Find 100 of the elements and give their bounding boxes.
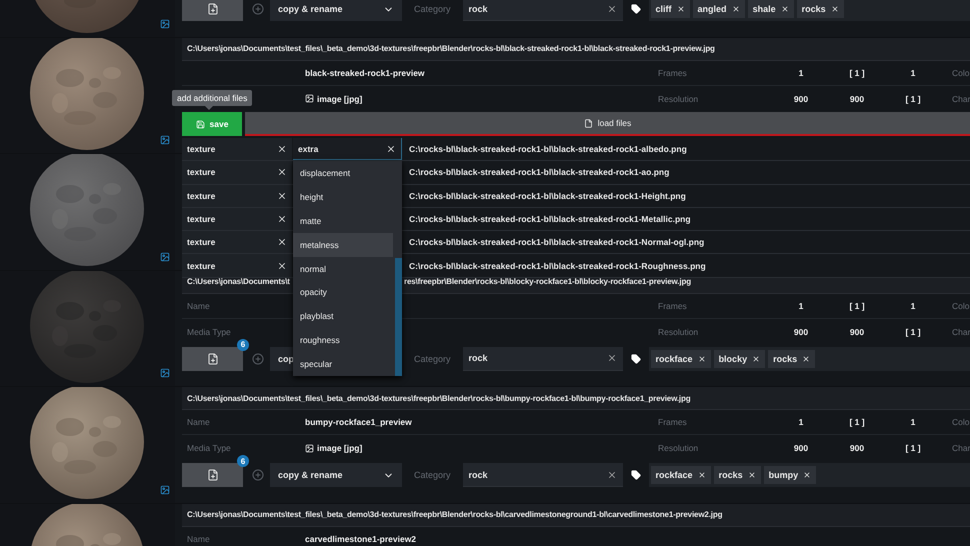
category-field[interactable]: rock [462, 0, 623, 21]
field-value: 1 [798, 300, 804, 310]
clear-icon[interactable] [277, 237, 287, 248]
name-value: bumpy-rockface1_preview [305, 417, 413, 427]
type-field[interactable]: texture [182, 208, 292, 230]
field-label: Frames [658, 300, 688, 310]
field-label: Resolution [658, 94, 700, 104]
field-label: Char [951, 443, 970, 453]
category-field[interactable]: rock [462, 346, 623, 370]
file-path: C:\rocks-bl\black-streaked-rock1-bl\black-streaked-rock1-ao.png [408, 166, 670, 180]
field-label: Name [187, 417, 211, 427]
tag-chip[interactable]: shale [748, 0, 794, 18]
type-field[interactable]: texture [182, 184, 292, 207]
clear-icon[interactable] [277, 214, 287, 224]
field-label: Colo [951, 300, 970, 310]
menu-item[interactable]: metalness [293, 232, 393, 257]
media-value: image [jpg] [305, 443, 658, 453]
field-value: 1 [910, 68, 916, 78]
save-icon [196, 120, 205, 128]
clear-icon[interactable] [277, 190, 287, 201]
field-value: 900 [848, 326, 866, 336]
menu-item[interactable]: playblast [293, 304, 393, 328]
field-value: [ 1 ] [848, 300, 866, 310]
subtype-field[interactable]: extra [293, 138, 402, 160]
type-field[interactable]: texture [182, 161, 292, 184]
tag-chip[interactable]: rocks [714, 466, 761, 484]
remove-icon[interactable] [752, 354, 760, 362]
image-icon [305, 444, 314, 452]
remove-icon[interactable] [676, 5, 685, 13]
field-value: 1 [910, 417, 916, 427]
category-field[interactable]: rock [462, 463, 623, 487]
count-badge: 6 [237, 455, 249, 467]
image-icon[interactable] [160, 368, 170, 378]
remove-icon[interactable] [698, 471, 706, 479]
clear-icon[interactable] [277, 167, 287, 178]
type-field[interactable]: texture [182, 231, 292, 254]
file-path: C:\rocks-bl\black-streaked-rock1-bl\black-streaked-rock1-Metallic.png [408, 213, 691, 226]
image-icon[interactable] [160, 135, 170, 145]
clear-icon[interactable] [606, 4, 617, 14]
remove-icon[interactable] [698, 354, 706, 362]
clear-icon[interactable] [386, 144, 396, 154]
type-field[interactable]: texture [182, 138, 292, 160]
remove-icon[interactable] [830, 5, 839, 13]
load-files-button[interactable]: load files [245, 112, 970, 136]
field-value: [ 1 ] [904, 443, 922, 453]
menu-item[interactable]: roughness [293, 328, 393, 352]
category-label: Category [414, 354, 451, 364]
clear-icon[interactable] [606, 470, 617, 480]
add-icon[interactable] [252, 3, 264, 15]
tag-icon [630, 4, 641, 14]
clear-icon[interactable] [277, 144, 287, 154]
field-value: 900 [792, 94, 810, 104]
menu-item[interactable]: displacement [293, 161, 393, 185]
tag-icon [630, 354, 641, 364]
tag-icon [630, 470, 641, 480]
field-label: Media Type [187, 443, 232, 453]
media-value: image [jpg] [305, 94, 658, 104]
remove-icon[interactable] [732, 5, 740, 13]
clear-icon[interactable] [277, 260, 287, 271]
category-label: Category [414, 470, 451, 480]
add-icon[interactable] [252, 469, 264, 481]
tag-chip[interactable]: blocky [714, 350, 766, 368]
clear-icon[interactable] [606, 353, 617, 363]
menu-item[interactable]: specular [293, 352, 393, 376]
file-path: C:\Users\jonas\Documents\test_files\_beta_demo\3d-textures\freepbr\Blender\rocks-bl\black-streaked-rock1-bl\black-streaked-rock1-preview.jpg [182, 38, 970, 60]
mode-select[interactable]: copy & rename [270, 0, 402, 21]
menu-item[interactable]: matte [293, 208, 393, 233]
field-label: Char [951, 94, 970, 104]
field-value: 900 [792, 443, 810, 453]
scrollbar-thumb[interactable] [395, 258, 402, 376]
field-label: Name [187, 534, 211, 544]
field-value: [ 1 ] [848, 417, 866, 427]
tag-chip[interactable]: rockface [650, 350, 711, 368]
mode-select[interactable]: copy & rename [270, 463, 402, 487]
tag-chip[interactable]: angled [692, 0, 745, 18]
field-label: Frames [658, 417, 688, 427]
tags-field[interactable]: cliff angled shale rocks [648, 0, 970, 21]
type-field[interactable]: texture [182, 254, 292, 277]
name-value: black-streaked-rock1-preview [305, 68, 426, 78]
image-icon[interactable] [160, 18, 170, 28]
image-icon[interactable] [160, 252, 170, 262]
tag-chip[interactable]: bumpy [764, 466, 816, 484]
tags-field[interactable]: rockface blocky rocks [648, 346, 970, 370]
tags-field[interactable]: rockface rocks bumpy [648, 463, 970, 487]
file-path: C:\Users\jonas\Documents\test_files\_beta_demo\3d-textures\freepbr\Blender\rocks-bl\carvedlimestoneground1-bl\carvedlimestone1-preview2.jpg [182, 504, 970, 526]
file-path: C:\rocks-bl\black-streaked-rock1-bl\black-streaked-rock1-Roughness.png [408, 260, 706, 273]
tag-chip[interactable]: rockface [650, 466, 711, 484]
remove-icon[interactable] [780, 5, 789, 13]
tag-chip[interactable]: rocks [768, 350, 816, 368]
menu-item[interactable]: height [293, 184, 393, 209]
tag-chip[interactable]: cliff [650, 0, 690, 18]
remove-icon[interactable] [748, 471, 756, 479]
image-icon[interactable] [160, 484, 170, 494]
category-label: Category [414, 4, 451, 14]
file-path: C:\rocks-bl\black-streaked-rock1-bl\black-streaked-rock1-Height.png [408, 190, 686, 203]
add-icon[interactable] [252, 352, 264, 364]
field-value: 1 [910, 300, 916, 310]
tag-chip[interactable]: rocks [796, 0, 844, 18]
remove-icon[interactable] [803, 471, 812, 479]
remove-icon[interactable] [802, 354, 810, 362]
